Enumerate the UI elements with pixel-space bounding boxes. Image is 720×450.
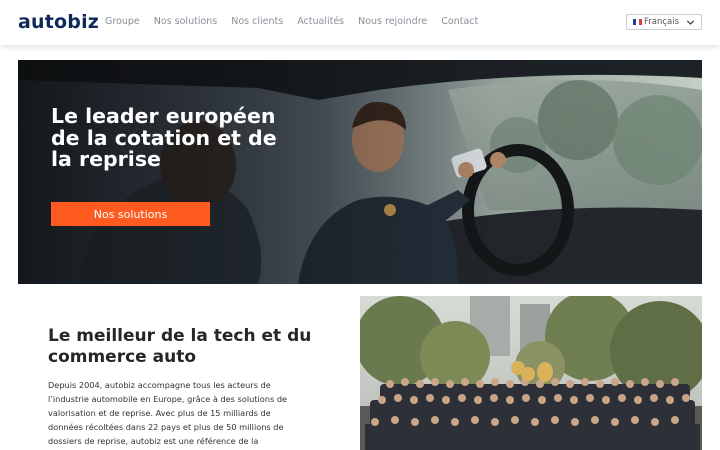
main-nav: Groupe Nos solutions Nos clients Actuali… [105,16,492,28]
language-label: Français [644,17,680,27]
nav-item-actualites[interactable]: Actualités [297,16,344,28]
nos-solutions-button[interactable]: Nos solutions [51,202,210,226]
french-flag-icon [633,19,642,25]
nav-item-contact[interactable]: Contact [441,16,478,28]
nav-item-nos-clients[interactable]: Nos clients [231,16,283,28]
site-header: autobiz Groupe Nos solutions Nos clients… [0,0,720,45]
language-select[interactable]: Français [626,14,702,30]
chevron-down-icon [686,20,695,25]
team-photo [360,296,702,450]
team-group-image [360,296,702,450]
hero-banner: Le leader européen de la cotation et de … [18,60,702,284]
section-title: Le meilleur de la tech et du commerce au… [48,326,312,367]
nav-item-nos-solutions[interactable]: Nos solutions [154,16,217,28]
section-body-text: Depuis 2004, autobiz accompagne tous les… [48,380,288,446]
hero-overlay [18,60,702,284]
autobiz-logo[interactable]: autobiz [18,12,99,32]
nav-item-groupe[interactable]: Groupe [105,16,140,28]
nav-item-nous-rejoindre[interactable]: Nous rejoindre [358,16,427,28]
hero-title: Le leader européen de la cotation et de … [51,104,277,171]
